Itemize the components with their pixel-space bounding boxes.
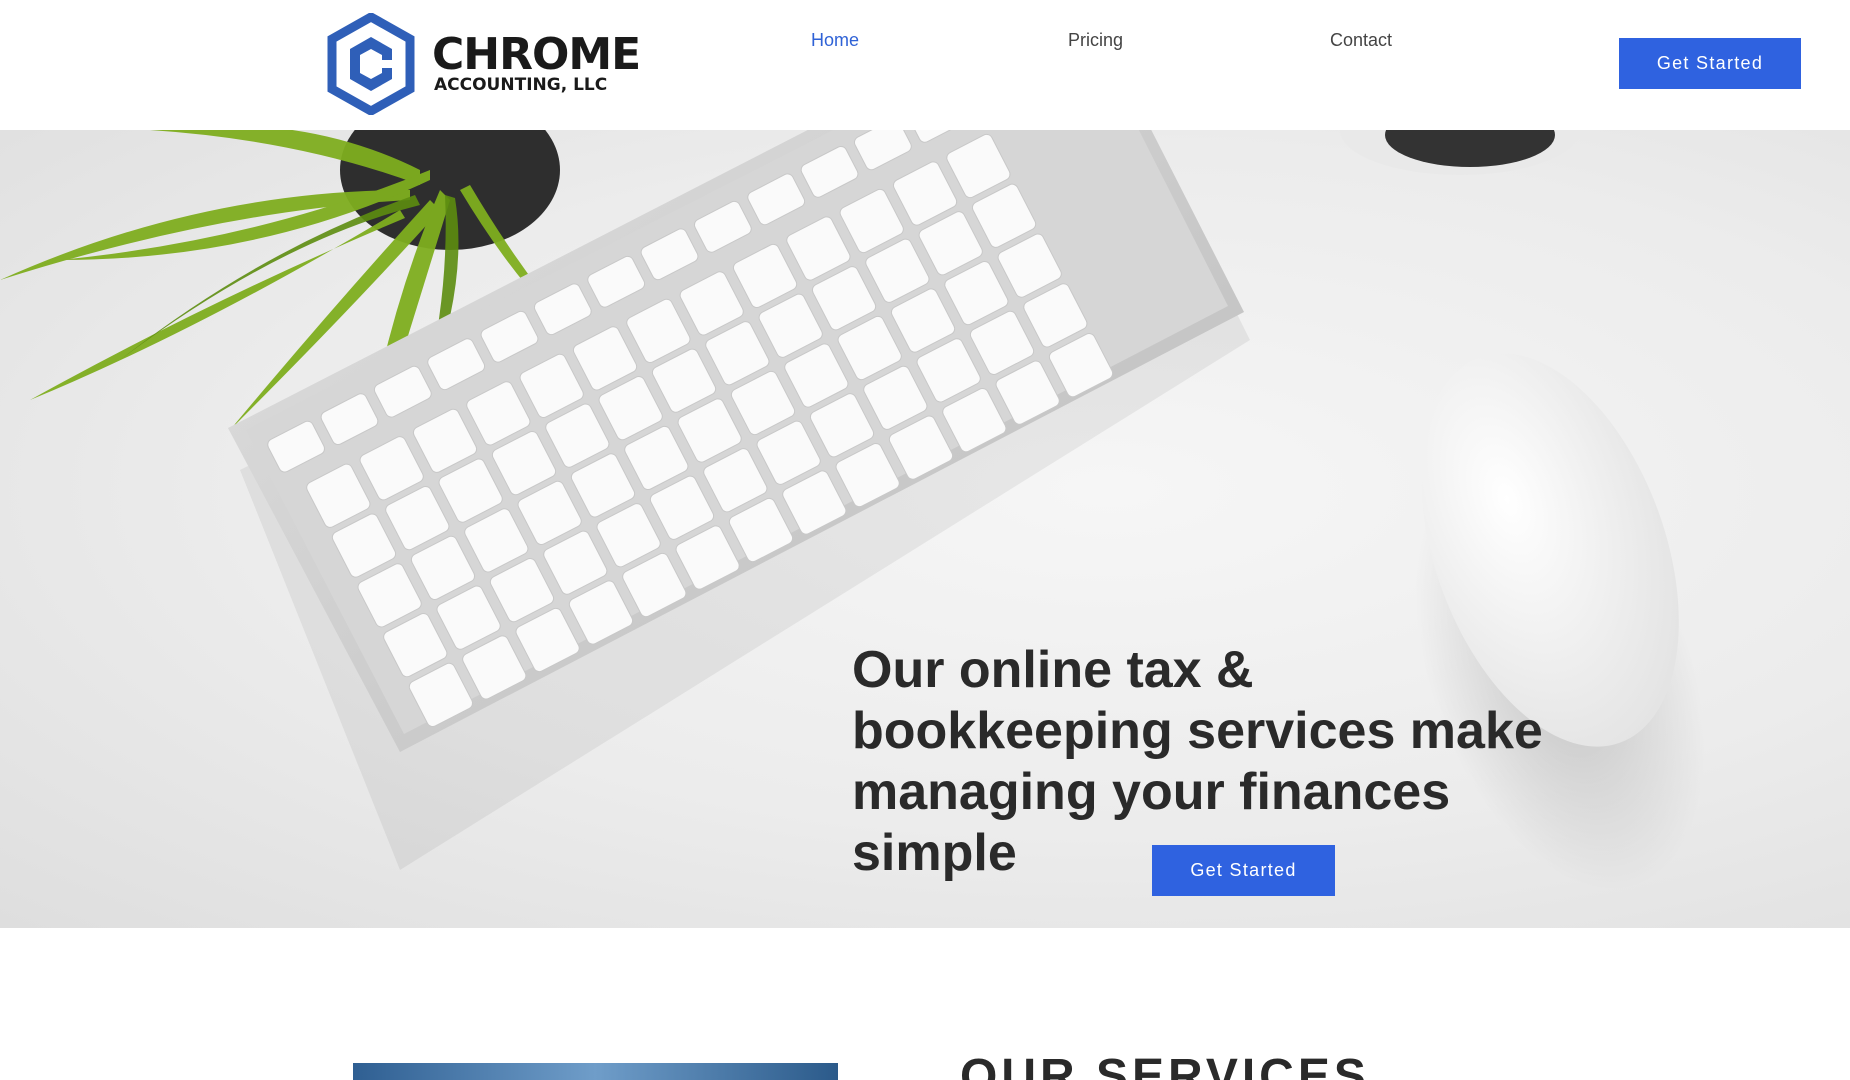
nav-link-home[interactable]: Home — [811, 30, 859, 51]
services-heading: OUR SERVICES — [960, 1050, 1370, 1080]
nav-link-contact[interactable]: Contact — [1330, 30, 1392, 51]
brand-subtitle: ACCOUNTING, LLC — [434, 75, 608, 95]
get-started-button[interactable]: Get Started — [1619, 38, 1801, 89]
hero-section: Our online tax & bookkeeping services ma… — [0, 130, 1850, 928]
services-image — [353, 1063, 838, 1080]
services-section: OUR SERVICES — [0, 928, 1850, 1080]
site-header: CHROME ACCOUNTING, LLC Home Pricing Cont… — [0, 0, 1850, 130]
brand-name: CHROME — [432, 29, 641, 80]
brand-logo[interactable]: CHROME ACCOUNTING, LLC — [326, 13, 646, 117]
hexagon-logo-icon — [327, 13, 415, 115]
hero-get-started-button[interactable]: Get Started — [1152, 845, 1335, 896]
nav-link-pricing[interactable]: Pricing — [1068, 30, 1123, 51]
